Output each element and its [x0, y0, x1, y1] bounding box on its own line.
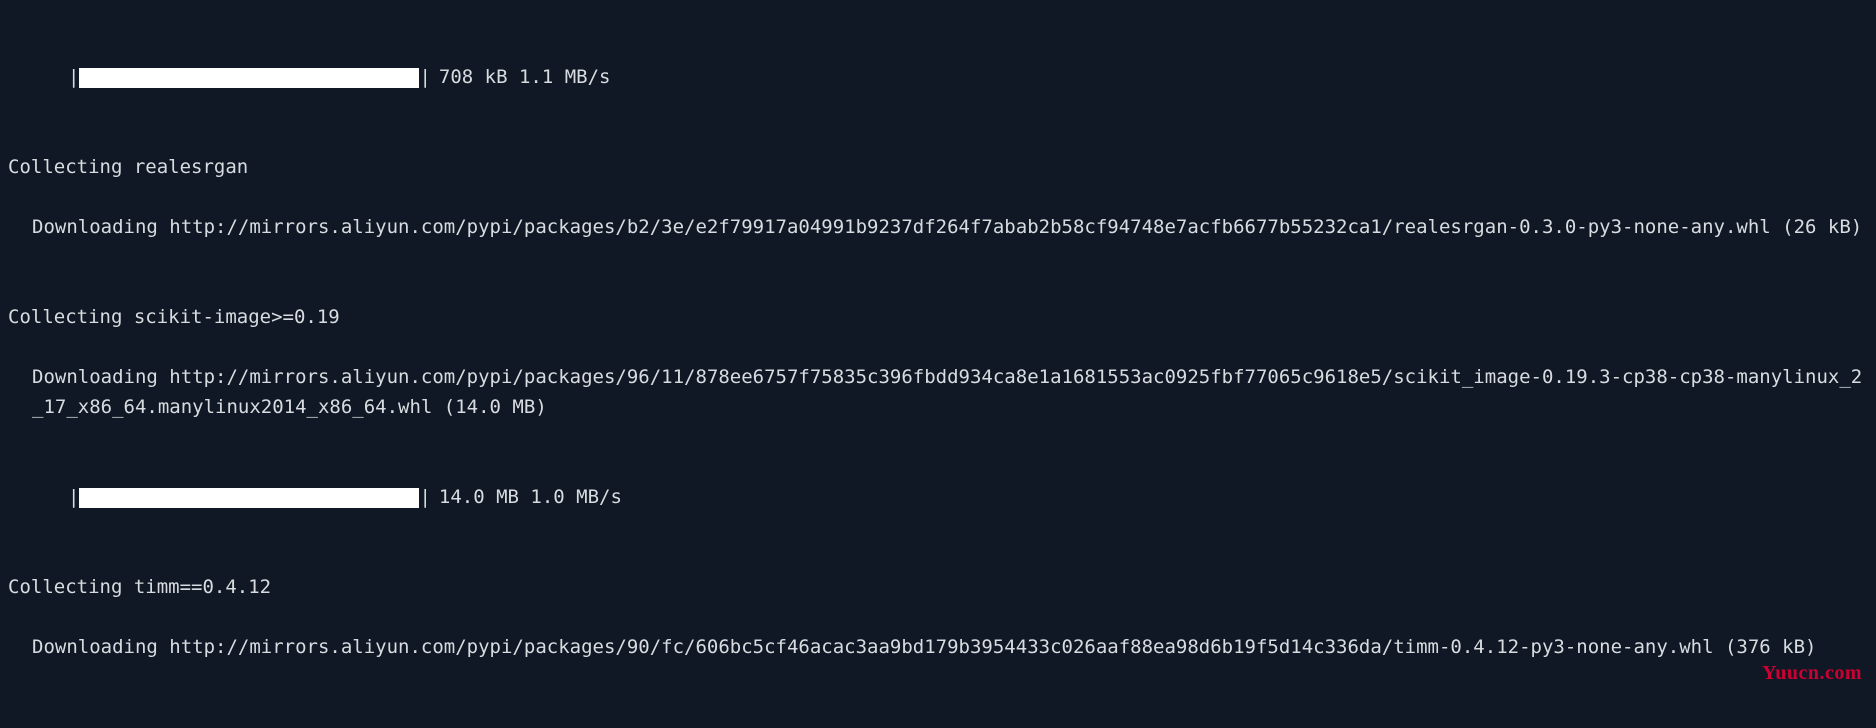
- progress-line: | | 14.0 MB 1.0 MB/s: [8, 482, 1868, 512]
- progress-bar-fill: [79, 488, 419, 508]
- progress-text: 708 kB 1.1 MB/s: [439, 66, 611, 88]
- collecting-line: Collecting timm==0.4.12: [8, 572, 1868, 602]
- collecting-line: Collecting scikit-image>=0.19: [8, 302, 1868, 332]
- watermark: Yuucn.com: [1762, 658, 1862, 688]
- pipe-char: |: [68, 486, 79, 508]
- collecting-line: Collecting realesrgan: [8, 152, 1868, 182]
- progress-text: 14.0 MB 1.0 MB/s: [439, 486, 622, 508]
- downloading-line: Downloading http://mirrors.aliyun.com/py…: [8, 362, 1868, 422]
- terminal-output: ||708 kB 1.1 MB/s Collecting realesrgan …: [0, 0, 1876, 728]
- pipe-char: |: [419, 66, 430, 88]
- downloading-line: Downloading http://mirrors.aliyun.com/py…: [8, 212, 1868, 242]
- progress-bar-fill: [79, 68, 419, 88]
- downloading-line: Downloading http://mirrors.aliyun.com/py…: [8, 632, 1868, 662]
- progress-bar: [79, 68, 419, 88]
- progress-line: | | 708 kB 1.1 MB/s: [8, 62, 1868, 92]
- pipe-char: |: [419, 486, 430, 508]
- progress-bar: [79, 488, 419, 508]
- progress-line: ||376 kB 1.0 MB/s: [8, 722, 1868, 728]
- pipe-char: |: [68, 66, 79, 88]
